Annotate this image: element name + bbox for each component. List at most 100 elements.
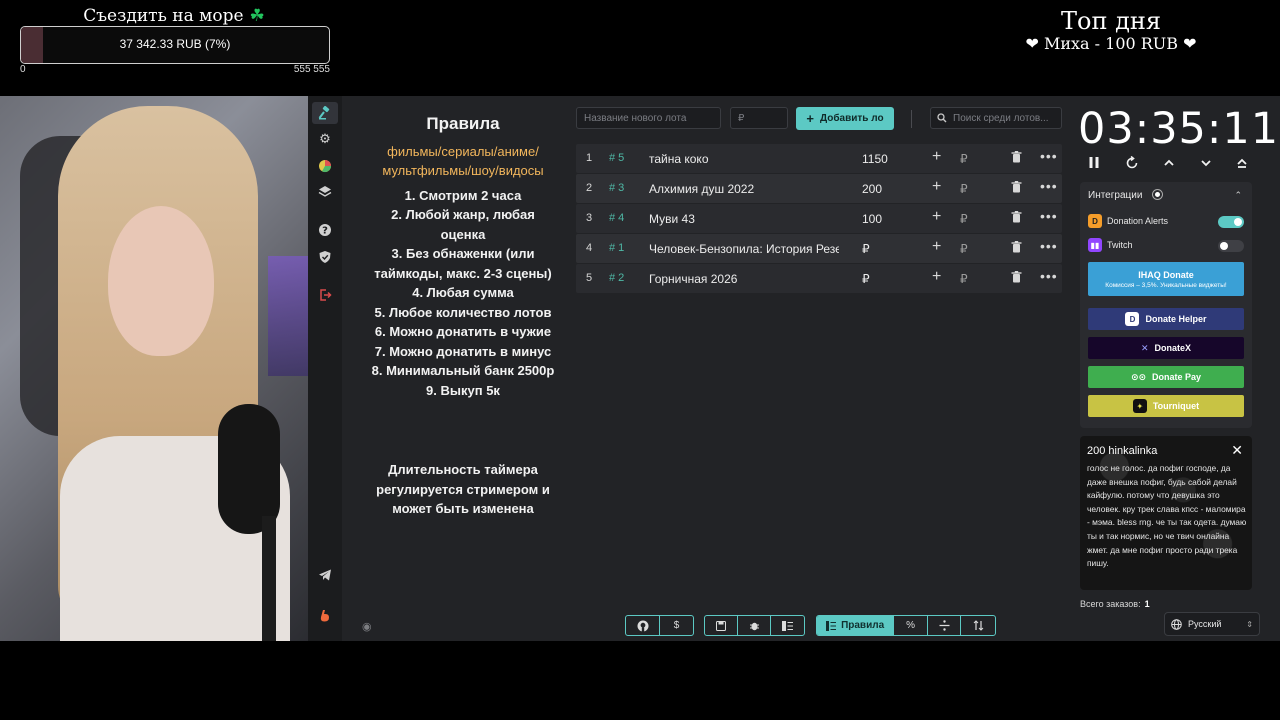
add-lot-button[interactable]: + Добавить ло (796, 107, 894, 130)
trash-icon[interactable] (1011, 271, 1022, 286)
donate-pay-button[interactable]: ⊙⊙ Donate Pay (1088, 366, 1244, 388)
auction-hammer-icon[interactable] (312, 102, 338, 124)
lot-id: # 1 (609, 242, 625, 254)
service-name: Donation Alerts (1107, 216, 1169, 226)
gear-icon[interactable]: ⚙ (312, 128, 338, 150)
rules-category-line: фильмы/сериалы/аниме/ (387, 143, 539, 159)
ihaq-donate-button[interactable]: IHAQ Donate Комиссия – 3,5%. Уникальные … (1088, 262, 1244, 296)
lot-row[interactable]: 4 # 1 Человек-Бензопила: История Резе ₽ + ₽ ••… (576, 234, 1062, 263)
orders-count: 1 (1144, 599, 1150, 609)
more-icon[interactable]: ••• (1040, 178, 1058, 194)
lot-amount[interactable]: 100 (862, 212, 882, 226)
lot-row[interactable]: 2 # 3 Алхимия душ 2022 200 + ₽ ••• (576, 174, 1062, 203)
timer-note-line: регулируется стримером и (376, 481, 550, 497)
tourniquet-label: Tourniquet (1152, 401, 1200, 411)
plus-icon: + (806, 111, 815, 126)
lot-amount[interactable]: 200 (862, 182, 882, 196)
logout-icon[interactable] (312, 284, 338, 306)
trash-icon[interactable] (1011, 211, 1022, 226)
timer-controls (1088, 155, 1248, 173)
telegram-icon[interactable] (312, 564, 338, 586)
lot-name[interactable]: Алхимия душ 2022 (649, 182, 839, 196)
rule-line: 7. Можно донатить в минус (374, 343, 552, 359)
more-icon[interactable]: ••• (1040, 208, 1058, 224)
chevron-updown-icon: ⇕ (1246, 619, 1253, 629)
donate-helper-icon: D (1125, 312, 1140, 326)
lot-amount[interactable]: 1150 (862, 152, 888, 166)
integrations-header: Интеграции (1088, 190, 1163, 201)
double-chevron-up-icon[interactable] (1236, 156, 1248, 173)
boosty-icon[interactable] (312, 605, 338, 627)
donation-alerts-toggle[interactable] (1218, 216, 1244, 228)
microphone (218, 404, 280, 534)
links-group: $ (625, 615, 694, 636)
add-amount-icon[interactable]: + (932, 178, 941, 196)
more-icon[interactable]: ••• (1040, 238, 1058, 254)
lot-amount[interactable]: ₽ (862, 242, 870, 256)
donation-alerts-icon: D (1088, 214, 1102, 228)
tools-group (704, 615, 805, 636)
more-icon[interactable]: ••• (1040, 268, 1058, 284)
lot-row[interactable]: 5 # 2 Горничная 2026 ₽ + ₽ ••• (576, 264, 1062, 293)
lot-name-input[interactable]: Название нового лота (576, 107, 721, 129)
rules-tab[interactable]: Правила (817, 616, 895, 635)
github-icon[interactable] (626, 616, 660, 635)
twitch-toggle[interactable] (1218, 240, 1244, 252)
percent-icon[interactable]: % (894, 616, 928, 635)
rules-tab-label: Правила (841, 620, 885, 631)
service-name: Twitch (1107, 240, 1133, 250)
lot-name[interactable]: Человек-Бензопила: История Резе (649, 242, 839, 256)
sort-icon[interactable] (961, 616, 995, 635)
toolbar-divider (911, 110, 912, 128)
lot-row[interactable]: 3 # 4 Муви 43 100 + ₽ ••• (576, 204, 1062, 233)
add-amount-icon[interactable]: + (932, 268, 941, 286)
trash-icon[interactable] (1011, 151, 1022, 166)
lot-currency: ₽ (960, 182, 968, 196)
search-icon (937, 113, 947, 123)
pause-icon[interactable] (1088, 156, 1100, 173)
integrations-radio[interactable] (1153, 190, 1163, 199)
more-icon[interactable]: ••• (1040, 148, 1058, 164)
chevron-up-icon[interactable] (1163, 156, 1175, 173)
lot-search-input[interactable]: Поиск среди лотов... (930, 107, 1062, 129)
save-icon[interactable] (705, 616, 738, 635)
streamer-face (108, 206, 214, 356)
bug-icon[interactable] (738, 616, 771, 635)
tourniquet-button[interactable]: ✦ Tourniquet (1088, 395, 1244, 417)
dollar-icon[interactable]: $ (660, 616, 693, 635)
lot-name[interactable]: Муви 43 (649, 212, 839, 226)
divide-icon[interactable] (928, 616, 962, 635)
chevron-up-icon[interactable]: ⌃ (1234, 190, 1242, 201)
layers-icon[interactable] (312, 181, 338, 203)
trash-icon[interactable] (1011, 181, 1022, 196)
ihaq-sub: Комиссия – 3,5%. Уникальные виджеты! (1105, 281, 1227, 289)
pie-chart-icon[interactable] (312, 155, 338, 177)
clover-icon: ☘ (249, 6, 265, 26)
add-amount-icon[interactable]: + (932, 238, 941, 256)
tourniquet-icon: ✦ (1132, 399, 1147, 413)
lot-amount-input[interactable]: ₽ (730, 107, 788, 129)
eye-icon[interactable]: ◉ (362, 620, 372, 633)
lot-number: 2 (586, 182, 593, 194)
language-select[interactable]: Русский ⇕ (1164, 612, 1260, 636)
lot-name[interactable]: тайна коко (649, 152, 839, 166)
shield-icon[interactable] (312, 246, 338, 268)
reset-icon[interactable] (1125, 155, 1139, 173)
trash-icon[interactable] (1011, 241, 1022, 256)
lot-row[interactable]: 1 # 5 тайна коко 1150 + ₽ ••• (576, 144, 1062, 173)
help-icon[interactable]: ? (312, 219, 338, 241)
close-icon[interactable]: ✕ (1231, 442, 1243, 459)
donatex-button[interactable]: ✕ DonateX (1088, 337, 1244, 359)
list-icon[interactable] (771, 616, 804, 635)
donatex-icon: ✕ (1140, 342, 1149, 353)
chevron-down-icon[interactable] (1200, 156, 1212, 173)
donate-helper-button[interactable]: D Donate Helper (1088, 308, 1244, 330)
lot-amount[interactable]: ₽ (862, 272, 870, 286)
add-amount-icon[interactable]: + (932, 148, 941, 166)
lot-name[interactable]: Горничная 2026 (649, 272, 839, 286)
lot-currency: ₽ (960, 212, 968, 226)
add-amount-icon[interactable]: + (932, 208, 941, 226)
lot-id: # 3 (609, 182, 625, 194)
globe-icon (1171, 618, 1182, 630)
donate-pay-icon: ⊙⊙ (1130, 371, 1147, 382)
